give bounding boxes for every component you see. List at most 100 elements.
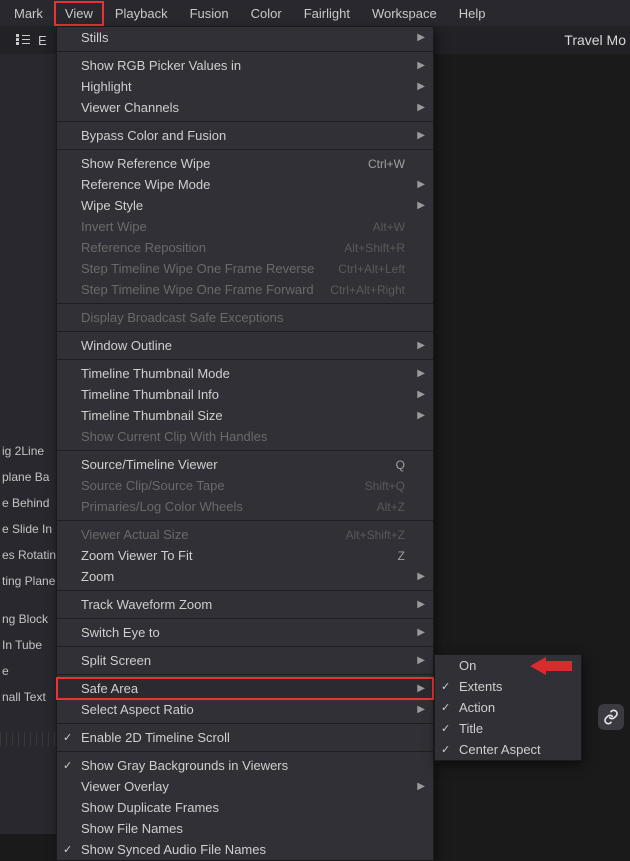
menu-item-label: Timeline Thumbnail Size [81, 408, 423, 423]
shortcut-label: Z [398, 549, 423, 563]
list-item[interactable]: ig 2Line [0, 438, 56, 464]
menu-item-viewer-channels[interactable]: Viewer Channels▶ [57, 97, 433, 118]
chevron-right-icon: ▶ [417, 81, 425, 92]
menu-playback[interactable]: Playback [105, 2, 178, 25]
list-item[interactable] [0, 414, 56, 426]
separator [57, 520, 433, 521]
list-icon[interactable] [16, 34, 30, 46]
separator [57, 121, 433, 122]
shortcut-label: Ctrl+Alt+Right [330, 283, 423, 297]
chevron-right-icon: ▶ [417, 179, 425, 190]
menu-item-switch-eye-to[interactable]: Switch Eye to▶ [57, 622, 433, 643]
menu-item-show-rgb-picker-values-in[interactable]: Show RGB Picker Values in▶ [57, 55, 433, 76]
menu-item-label: Reference Wipe Mode [81, 177, 423, 192]
menu-item-label: Show RGB Picker Values in [81, 58, 423, 73]
menu-item-label: Show Current Clip With Handles [81, 429, 423, 444]
list-item[interactable] [0, 366, 56, 378]
menu-item-highlight[interactable]: Highlight▶ [57, 76, 433, 97]
link-icon[interactable] [598, 704, 624, 730]
menu-item-show-duplicate-frames[interactable]: Show Duplicate Frames [57, 797, 433, 818]
menu-mark[interactable]: Mark [4, 2, 53, 25]
list-item[interactable]: e [0, 658, 56, 684]
list-item[interactable]: es Rotatin [0, 542, 56, 568]
submenu-item-center-aspect[interactable]: ✓Center Aspect [435, 739, 581, 760]
menu-item-show-gray-backgrounds-in-viewers[interactable]: ✓Show Gray Backgrounds in Viewers [57, 755, 433, 776]
menu-item-label: Reference Reposition [81, 240, 344, 255]
menu-item-label: Show Gray Backgrounds in Viewers [81, 758, 423, 773]
chevron-right-icon: ▶ [417, 368, 425, 379]
menu-item-window-outline[interactable]: Window Outline▶ [57, 335, 433, 356]
list-item[interactable] [0, 402, 56, 414]
menu-fairlight[interactable]: Fairlight [294, 2, 360, 25]
menu-item-timeline-thumbnail-size[interactable]: Timeline Thumbnail Size▶ [57, 405, 433, 426]
separator [57, 618, 433, 619]
menu-item-enable-2d-timeline-scroll[interactable]: ✓Enable 2D Timeline Scroll [57, 727, 433, 748]
chevron-right-icon: ▶ [417, 389, 425, 400]
menu-item-label: Primaries/Log Color Wheels [81, 499, 377, 514]
menubar: MarkViewPlaybackFusionColorFairlightWork… [0, 0, 630, 26]
menu-item-wipe-style[interactable]: Wipe Style▶ [57, 195, 433, 216]
menu-item-timeline-thumbnail-info[interactable]: Timeline Thumbnail Info▶ [57, 384, 433, 405]
list-item[interactable] [0, 354, 56, 366]
menu-item-label: Source/Timeline Viewer [81, 457, 396, 472]
menu-help[interactable]: Help [449, 2, 496, 25]
menu-item-label: Display Broadcast Safe Exceptions [81, 310, 423, 325]
chevron-right-icon: ▶ [417, 704, 425, 715]
separator [57, 723, 433, 724]
menu-item-show-synced-audio-file-names[interactable]: ✓Show Synced Audio File Names [57, 839, 433, 860]
shortcut-label: Alt+Shift+R [344, 241, 423, 255]
list-item[interactable] [0, 426, 56, 438]
shortcut-label: Alt+W [373, 220, 423, 234]
menu-item-source-timeline-viewer[interactable]: Source/Timeline ViewerQ [57, 454, 433, 475]
list-item[interactable] [0, 390, 56, 402]
list-item[interactable]: e Slide In [0, 516, 56, 542]
menu-item-zoom[interactable]: Zoom▶ [57, 566, 433, 587]
menu-item-label: Step Timeline Wipe One Frame Forward [81, 282, 330, 297]
check-icon: ✓ [441, 722, 450, 735]
list-item[interactable] [0, 710, 56, 722]
list-item[interactable]: In Tube [0, 632, 56, 658]
list-item[interactable]: ng Block [0, 606, 56, 632]
list-item[interactable]: e Behind [0, 490, 56, 516]
menu-item-reference-wipe-mode[interactable]: Reference Wipe Mode▶ [57, 174, 433, 195]
submenu-item-label: Action [459, 700, 571, 715]
menu-item-stills[interactable]: Stills▶ [57, 27, 433, 48]
list-item[interactable]: ting Plane [0, 568, 56, 594]
project-title: Travel Mo [564, 32, 630, 48]
submenu-item-action[interactable]: ✓ Action [435, 697, 581, 718]
list-item[interactable] [0, 378, 56, 390]
menu-item-timeline-thumbnail-mode[interactable]: Timeline Thumbnail Mode▶ [57, 363, 433, 384]
check-icon: ✓ [441, 701, 450, 714]
separator [57, 646, 433, 647]
list-item[interactable]: nall Text [0, 684, 56, 710]
menu-workspace[interactable]: Workspace [362, 2, 447, 25]
menu-item-label: Wipe Style [81, 198, 423, 213]
annotation-arrow [530, 657, 572, 675]
menu-item-safe-area[interactable]: Safe Area▶ [57, 678, 433, 699]
submenu-item-title[interactable]: ✓ Title [435, 718, 581, 739]
menu-item-zoom-viewer-to-fit[interactable]: Zoom Viewer To FitZ [57, 545, 433, 566]
menu-item-select-aspect-ratio[interactable]: Select Aspect Ratio▶ [57, 699, 433, 720]
menu-item-step-timeline-wipe-one-frame-reverse: Step Timeline Wipe One Frame ReverseCtrl… [57, 258, 433, 279]
list-item[interactable] [0, 594, 56, 606]
submenu-item-extents[interactable]: ✓Extents [435, 676, 581, 697]
menu-item-track-waveform-zoom[interactable]: Track Waveform Zoom▶ [57, 594, 433, 615]
menu-item-split-screen[interactable]: Split Screen▶ [57, 650, 433, 671]
menu-fusion[interactable]: Fusion [180, 2, 239, 25]
submenu-item-label: Title [459, 721, 571, 736]
menu-item-show-reference-wipe[interactable]: Show Reference WipeCtrl+W [57, 153, 433, 174]
menu-view[interactable]: View [55, 2, 103, 25]
chevron-right-icon: ▶ [417, 655, 425, 666]
menu-item-primaries-log-color-wheels: Primaries/Log Color WheelsAlt+Z [57, 496, 433, 517]
menu-item-bypass-color-and-fusion[interactable]: Bypass Color and Fusion▶ [57, 125, 433, 146]
shortcut-label: Shift+Q [365, 479, 423, 493]
menu-color[interactable]: Color [241, 2, 292, 25]
left-panel: ig 2Lineplane Bae Behinde Slide Ines Rot… [0, 54, 56, 834]
menu-item-label: Show File Names [81, 821, 423, 836]
menu-item-viewer-overlay[interactable]: Viewer Overlay▶ [57, 776, 433, 797]
separator [57, 751, 433, 752]
menu-item-show-file-names[interactable]: Show File Names [57, 818, 433, 839]
menu-item-invert-wipe: Invert WipeAlt+W [57, 216, 433, 237]
separator [57, 331, 433, 332]
list-item[interactable]: plane Ba [0, 464, 56, 490]
